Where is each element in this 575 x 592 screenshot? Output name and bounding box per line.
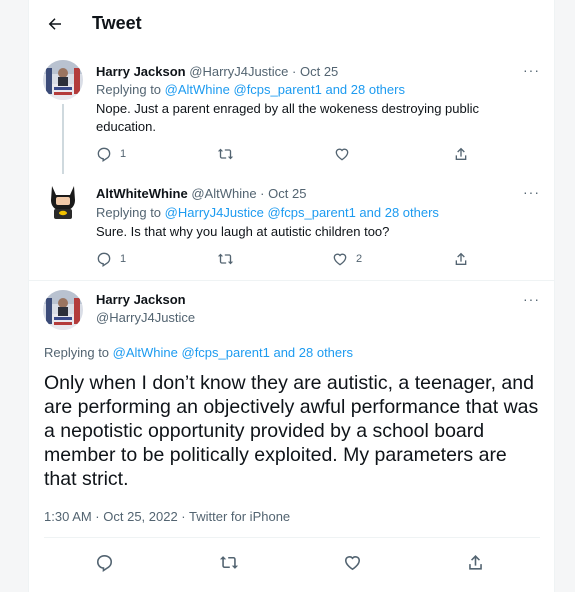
share-button[interactable]: [453, 251, 469, 267]
tweet-header: Harry Jackson @HarryJ4Justice · Oct 25: [96, 64, 338, 79]
tweet-date[interactable]: Oct 25: [268, 186, 306, 201]
avatar-photo-icon: [43, 290, 83, 330]
retweet-button[interactable]: [217, 146, 242, 162]
tweet-timestamp[interactable]: 1:30 AM · Oct 25, 2022 · Twitter for iPh…: [44, 509, 290, 524]
author-handle[interactable]: @HarryJ4Justice: [96, 310, 195, 325]
divider: [29, 280, 554, 281]
avatar[interactable]: [43, 60, 83, 100]
page-title: Tweet: [92, 13, 142, 33]
share-icon: [469, 555, 482, 570]
main-tweet-handle: @HarryJ4Justice: [96, 310, 195, 325]
like-icon: [344, 556, 361, 571]
like-button[interactable]: 2: [332, 251, 362, 267]
tweet-header: AltWhiteWhine @AltWhine · Oct 25: [96, 186, 306, 201]
share-button[interactable]: [466, 553, 485, 572]
back-button[interactable]: [43, 12, 67, 36]
author-handle[interactable]: @HarryJ4Justice: [189, 64, 288, 79]
more-options-button[interactable]: ···: [523, 291, 540, 307]
more-options-button[interactable]: ···: [523, 184, 540, 200]
like-icon: [335, 148, 349, 161]
thread-connector: [62, 104, 64, 174]
tweet-text: Sure. Is that why you laugh at autistic …: [96, 224, 390, 239]
replying-targets[interactable]: @AltWhine @fcps_parent1 and 28 others: [113, 345, 353, 360]
reply-button[interactable]: [95, 553, 114, 572]
reply-button[interactable]: 1: [96, 146, 126, 162]
replying-label: Replying to: [96, 82, 162, 97]
replying-targets[interactable]: @AltWhine @fcps_parent1 and 28 others: [165, 82, 405, 97]
like-button[interactable]: [343, 553, 362, 572]
retweet-button[interactable]: [217, 251, 242, 267]
avatar-photo-icon: [43, 182, 83, 222]
separator-dot: ·: [288, 64, 300, 79]
like-button[interactable]: [334, 146, 358, 162]
main-tweet-author: Harry Jackson: [96, 292, 186, 307]
replying-label: Replying to: [96, 205, 162, 220]
more-options-button[interactable]: ···: [523, 62, 540, 78]
replying-label: Replying to: [44, 345, 110, 360]
share-button[interactable]: [453, 146, 469, 162]
author-name[interactable]: Harry Jackson: [96, 292, 186, 307]
more-icon: ···: [523, 184, 540, 200]
replying-to: Replying to @AltWhine @fcps_parent1 and …: [44, 345, 353, 360]
more-icon: ···: [523, 62, 540, 78]
retweet-icon: [217, 253, 234, 265]
tweet-panel: Tweet Harry Jackson @HarryJ4Justice · Oc…: [28, 0, 555, 592]
avatar[interactable]: [43, 182, 83, 222]
reply-icon: [97, 252, 111, 267]
reply-count: 1: [120, 253, 127, 265]
tweet-text: Nope. Just a parent enraged by all the w…: [96, 101, 480, 134]
tweet-date[interactable]: Oct 25: [300, 64, 338, 79]
like-count: 2: [356, 253, 363, 265]
share-icon: [455, 252, 467, 265]
more-icon: ···: [523, 291, 540, 307]
share-icon: [455, 147, 467, 160]
retweet-button[interactable]: [219, 553, 239, 572]
reply-icon: [96, 554, 113, 572]
separator-dot: ·: [256, 186, 269, 201]
author-handle[interactable]: @AltWhine: [191, 186, 256, 201]
author-name[interactable]: Harry Jackson: [96, 64, 186, 79]
header: Tweet: [29, 0, 554, 48]
page-background: Tweet Harry Jackson @HarryJ4Justice · Oc…: [0, 0, 575, 592]
retweet-icon: [217, 148, 234, 160]
main-tweet-text: Only when I don’t know they are autistic…: [44, 372, 539, 490]
avatar-photo-icon: [43, 60, 83, 100]
avatar[interactable]: [43, 290, 83, 330]
retweet-icon: [219, 556, 239, 569]
like-icon: [333, 253, 347, 266]
replying-to: Replying to @AltWhine @fcps_parent1 and …: [96, 82, 405, 97]
divider: [44, 537, 540, 538]
author-name[interactable]: AltWhiteWhine: [96, 186, 188, 201]
replying-targets[interactable]: @HarryJ4Justice @fcps_parent1 and 28 oth…: [165, 205, 439, 220]
reply-button[interactable]: 1: [96, 251, 126, 267]
back-arrow-icon: [48, 18, 61, 30]
reply-count: 1: [120, 148, 127, 160]
replying-to: Replying to @HarryJ4Justice @fcps_parent…: [96, 205, 439, 220]
reply-icon: [97, 147, 111, 162]
